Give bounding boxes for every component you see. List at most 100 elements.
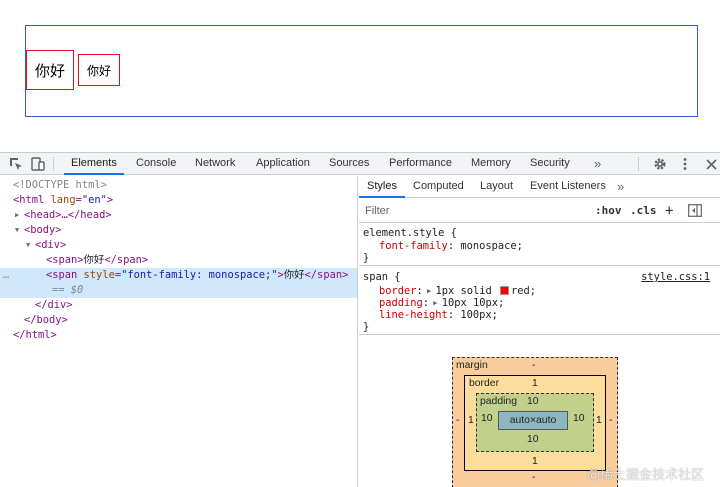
devtools-main-toolbar: Elements Console Network Application Sou… — [0, 153, 720, 175]
dom-node-div-close[interactable]: </div> — [0, 298, 357, 313]
toolbar-divider — [53, 157, 54, 171]
margin-bottom-value[interactable]: - — [532, 472, 535, 483]
collapse-triangle-icon[interactable]: ▼ — [15, 223, 19, 238]
span2-style-value: "font-family: monospace;" — [121, 269, 278, 281]
span1-open-tag: <span> — [46, 254, 84, 266]
source-link[interactable]: style.css:1 — [641, 271, 710, 283]
toolbar-divider — [638, 157, 639, 171]
span1-line: <span>你好</span> — [46, 253, 148, 268]
padding-bottom-value[interactable]: 10 — [527, 434, 539, 445]
margin-left-value[interactable]: - — [456, 415, 459, 426]
rule-selector[interactable]: span { — [363, 271, 401, 283]
border-left-value[interactable]: 1 — [468, 415, 474, 426]
close-icon[interactable] — [703, 156, 719, 172]
dom-node-body-close[interactable]: </body> — [0, 313, 357, 328]
rule-declaration-line-height[interactable]: line-height: 100px; — [379, 309, 498, 321]
tab-computed[interactable]: Computed — [413, 176, 464, 198]
kebab-menu-icon[interactable] — [677, 156, 693, 172]
property-name: line-height — [379, 309, 448, 321]
property-value: 10px 10px; — [441, 297, 505, 309]
collapse-triangle-icon[interactable]: ▼ — [26, 238, 30, 253]
tab-security[interactable]: Security — [530, 153, 570, 175]
dom-node-body[interactable]: ▼ <body> — [0, 223, 357, 238]
styles-filter-input[interactable]: Filter — [361, 203, 587, 219]
html-lang-value: "en" — [81, 194, 107, 206]
devtools-panel: Elements Console Network Application Sou… — [0, 152, 720, 487]
dom-node-html-close[interactable]: </html> — [0, 328, 357, 343]
margin-top-value[interactable]: - — [532, 360, 535, 371]
rule-declaration-border[interactable]: border: ▶ 1px solid red; — [379, 285, 536, 297]
padding-right-value[interactable]: 10 — [573, 413, 585, 424]
padding-label: padding — [480, 396, 517, 407]
body-open-tag: <body> — [24, 224, 62, 236]
box-model-border[interactable]: border 1 1 1 1 padding 10 10 10 10 auto×… — [464, 375, 606, 471]
rule-close-brace: } — [363, 252, 370, 264]
tab-sources[interactable]: Sources — [329, 153, 369, 175]
html-close-tag: </html> — [13, 329, 57, 341]
tab-memory[interactable]: Memory — [471, 153, 511, 175]
class-toggle-button[interactable]: .cls — [630, 202, 657, 220]
tab-performance[interactable]: Performance — [389, 153, 452, 175]
elements-tree: <!DOCTYPE html> <html lang="en"> ▶ <head… — [0, 176, 358, 487]
span2-style-attr: style — [83, 269, 115, 281]
rule-selector[interactable]: element.style { — [363, 227, 457, 239]
span2-close-tag: </span> — [304, 269, 349, 281]
dom-node-html[interactable]: <html lang="en"> — [0, 193, 357, 208]
span2-text: 你好 — [283, 269, 305, 281]
border-label: border — [469, 378, 500, 389]
tab-network[interactable]: Network — [195, 153, 235, 175]
rule-declaration-padding[interactable]: padding: ▶ 10px 10px; — [379, 297, 504, 309]
new-style-rule-button[interactable]: + — [665, 202, 673, 220]
page-viewport: 你好 你好 — [0, 0, 720, 152]
expand-triangle-icon[interactable]: ▶ — [15, 208, 19, 223]
body-close-tag: </body> — [24, 314, 68, 326]
border-right-value[interactable]: 1 — [596, 415, 602, 426]
more-tabs-chevron-icon[interactable]: » — [594, 153, 601, 175]
border-top-value[interactable]: 1 — [532, 378, 538, 389]
property-name: font-family — [379, 240, 448, 252]
doctype-text: <!DOCTYPE html> — [13, 179, 107, 191]
rule-span: span { style.css:1 border: ▶ 1px solid r… — [359, 267, 720, 335]
device-toggle-icon[interactable] — [30, 156, 46, 172]
tab-styles[interactable]: Styles — [359, 176, 405, 198]
expand-shorthand-triangle-icon[interactable]: ▶ — [429, 299, 442, 307]
hover-state-toggle-button[interactable]: :hov — [595, 202, 622, 220]
styles-pane: Styles Computed Layout Event Listeners »… — [359, 176, 720, 487]
inspect-icon[interactable] — [8, 156, 24, 172]
padding-left-value[interactable]: 10 — [481, 413, 493, 424]
box-model-padding[interactable]: padding 10 10 10 10 auto×auto — [476, 393, 594, 452]
tab-event-listeners[interactable]: Event Listeners — [530, 176, 606, 198]
margin-right-value[interactable]: - — [609, 415, 612, 426]
tab-application[interactable]: Application — [256, 153, 310, 175]
property-value: monospace; — [460, 240, 523, 252]
property-name: padding — [379, 297, 423, 309]
node-actions-ellipsis-icon[interactable]: … — [3, 268, 9, 283]
dom-node-head[interactable]: ▶ <head>…</head> — [0, 208, 357, 223]
div-open-tag: <div> — [35, 239, 67, 251]
tab-layout[interactable]: Layout — [480, 176, 513, 198]
toggle-sidebar-icon[interactable] — [688, 204, 702, 220]
padding-top-value[interactable]: 10 — [527, 396, 539, 407]
gear-icon[interactable] — [652, 156, 668, 172]
div-close-tag: </div> — [35, 299, 73, 311]
more-subtabs-chevron-icon[interactable]: » — [617, 176, 624, 198]
dom-node-span-1[interactable]: <span>你好</span> — [0, 253, 357, 268]
rule-close-brace: } — [363, 321, 370, 333]
property-name: border — [379, 285, 417, 297]
box-model-content[interactable]: auto×auto — [498, 411, 568, 430]
tab-elements[interactable]: Elements — [64, 153, 124, 175]
dom-node-span-2-selected[interactable]: … <span style="font-family: monospace;">… — [0, 268, 357, 298]
border-bottom-value[interactable]: 1 — [532, 456, 538, 467]
html-open-tag-line: <html lang="en"> — [13, 194, 114, 206]
color-swatch[interactable] — [500, 286, 510, 295]
rule-declaration[interactable]: font-family: monospace; — [379, 240, 523, 252]
dom-node-div[interactable]: ▼ <div> — [0, 238, 357, 253]
dom-node-doctype[interactable]: <!DOCTYPE html> — [0, 178, 357, 193]
selected-node-reference: == $0 — [52, 284, 84, 296]
expand-shorthand-triangle-icon[interactable]: ▶ — [423, 287, 436, 295]
span1-text: 你好 — [83, 254, 105, 266]
styles-subtabs: Styles Computed Layout Event Listeners » — [359, 176, 720, 198]
tab-console[interactable]: Console — [136, 153, 176, 175]
span2-open-tag: <span — [46, 269, 78, 281]
head-tag: <head>…</head> — [24, 209, 112, 221]
